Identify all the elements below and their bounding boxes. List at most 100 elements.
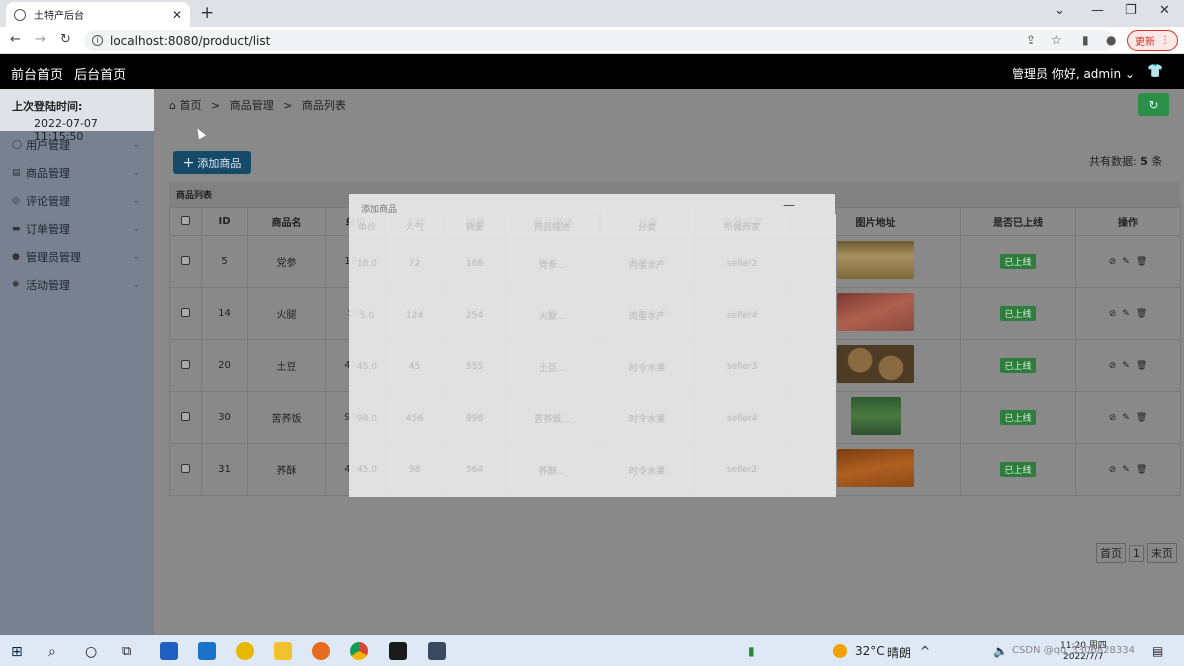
profile-icon[interactable]: ● bbox=[1106, 33, 1116, 47]
status-badge: 已上线 bbox=[1000, 254, 1036, 269]
update-button[interactable]: 更新 ⋮ bbox=[1127, 30, 1178, 51]
sidebar-item-activities[interactable]: ✺ 活动管理 ⌄ bbox=[0, 271, 154, 299]
disable-icon[interactable]: ⊘ bbox=[1109, 465, 1117, 475]
user-menu[interactable]: 管理员 你好, admin ⌄ bbox=[1012, 65, 1135, 82]
sidebar-item-comments[interactable]: ◎ 评论管理 ⌄ bbox=[0, 187, 154, 215]
chrome-icon[interactable] bbox=[350, 642, 368, 660]
row-checkbox[interactable] bbox=[181, 307, 190, 317]
modal-cell-category: 时令水果 bbox=[599, 341, 695, 394]
address-bar[interactable]: i localhost:8080/product/list bbox=[84, 30, 1114, 51]
cell-name: 荞酥 bbox=[247, 443, 326, 496]
close-window-button[interactable]: ✕ bbox=[1159, 3, 1170, 18]
chevron-down-icon: ⌄ bbox=[132, 252, 140, 262]
front-home-link[interactable]: 前台首页 bbox=[11, 68, 63, 83]
edit-icon[interactable]: ✎ bbox=[1122, 361, 1130, 371]
mail-icon[interactable] bbox=[198, 642, 216, 660]
modal-cell-price: 98.0 bbox=[349, 392, 385, 445]
disable-icon[interactable]: ⊘ bbox=[1109, 413, 1117, 423]
pager-last[interactable]: 末页 bbox=[1147, 543, 1177, 563]
volume-icon[interactable]: 🔈 bbox=[993, 644, 1008, 658]
more-menu-icon: ⋮ bbox=[1160, 35, 1170, 46]
user-icon: ◯ bbox=[12, 140, 23, 150]
sidebar-item-admins[interactable]: ● 管理员管理 ⌄ bbox=[0, 243, 154, 271]
edit-icon[interactable]: ✎ bbox=[1122, 257, 1130, 267]
disable-icon[interactable]: ⊘ bbox=[1109, 361, 1117, 371]
col-header-actions: 操作 bbox=[1075, 207, 1181, 236]
app-icon[interactable] bbox=[236, 642, 254, 660]
sidebar-menu: ◯ 用户管理 ⌄ ▤ 商品管理 ⌄ ◎ 评论管理 ⌄ ▬ 订单管理 ⌄ ● 管理员管理 ⌄ ✺ 活动管… bbox=[0, 131, 154, 299]
disable-icon[interactable]: ⊘ bbox=[1109, 257, 1117, 267]
refresh-button[interactable]: ↻ bbox=[1138, 93, 1169, 116]
back-button[interactable]: ← bbox=[10, 32, 21, 47]
tab-search-icon[interactable]: ⌄ bbox=[1054, 3, 1065, 18]
new-tab-button[interactable]: + bbox=[200, 3, 214, 23]
sidebar-item-goods[interactable]: ▤ 商品管理 ⌄ bbox=[0, 159, 154, 187]
row-checkbox[interactable] bbox=[181, 255, 190, 265]
add-product-button[interactable]: + 添加商品 bbox=[173, 151, 251, 174]
delete-icon[interactable]: 🗑 bbox=[1136, 465, 1147, 475]
store-icon[interactable] bbox=[160, 642, 178, 660]
search-icon[interactable]: ⌕ bbox=[48, 644, 56, 660]
side-panel-icon[interactable]: ▮ bbox=[1082, 33, 1089, 47]
delete-icon[interactable]: 🗑 bbox=[1136, 309, 1147, 319]
modal-minimize-button[interactable]: — bbox=[783, 198, 795, 212]
edit-icon[interactable]: ✎ bbox=[1122, 465, 1130, 475]
modal-col-sales: 销量 bbox=[444, 214, 505, 239]
breadcrumb-section[interactable]: 商品管理 bbox=[230, 99, 274, 112]
modal-cell-popularity: 98 bbox=[384, 444, 445, 497]
modal-cell-sales: 254 bbox=[444, 289, 505, 342]
sidebar-item-label: 评论管理 bbox=[26, 195, 70, 208]
back-home-link[interactable]: 后台首页 bbox=[74, 68, 126, 83]
browser-toolbar: ← → ↻ i localhost:8080/product/list ⇪ ☆ … bbox=[0, 27, 1184, 54]
tray-expand-icon[interactable]: ^ bbox=[920, 644, 930, 658]
product-image bbox=[837, 449, 914, 487]
select-all-checkbox[interactable] bbox=[181, 215, 190, 225]
modal-cell-desc: 党参... bbox=[504, 238, 600, 291]
user-greeting: 管理员 你好, admin bbox=[1012, 67, 1122, 81]
total-number: 5 bbox=[1140, 155, 1148, 168]
delete-icon[interactable]: 🗑 bbox=[1136, 257, 1147, 267]
windows-start-icon[interactable]: ⊞ bbox=[11, 644, 23, 660]
intellij-icon[interactable] bbox=[389, 642, 407, 660]
bookmark-star-icon[interactable]: ☆ bbox=[1051, 33, 1062, 47]
row-checkbox[interactable] bbox=[181, 411, 190, 421]
modal-cell-category: 肉蛋水产 bbox=[599, 238, 695, 291]
reload-button[interactable]: ↻ bbox=[60, 32, 71, 47]
sidebar-item-users[interactable]: ◯ 用户管理 ⌄ bbox=[0, 131, 154, 159]
task-view-icon[interactable]: ⧉ bbox=[122, 644, 131, 659]
tab-title: 土特产后台 bbox=[34, 11, 84, 22]
file-explorer-icon[interactable] bbox=[274, 642, 292, 660]
pager-page-1[interactable]: 1 bbox=[1129, 545, 1144, 562]
firefox-icon[interactable] bbox=[312, 642, 330, 660]
row-checkbox[interactable] bbox=[181, 359, 190, 369]
order-icon: ▬ bbox=[12, 224, 21, 234]
share-icon[interactable]: ⇪ bbox=[1026, 33, 1036, 47]
disable-icon[interactable]: ⊘ bbox=[1109, 309, 1117, 319]
pager-first[interactable]: 首页 bbox=[1096, 543, 1126, 563]
delete-icon[interactable]: 🗑 bbox=[1136, 361, 1147, 371]
modal-row: 45.0 45 555 土豆... 时令水果 seller3 bbox=[349, 341, 836, 394]
modal-cell-popularity: 456 bbox=[384, 392, 445, 445]
modal-cell-seller: seller4 bbox=[694, 289, 790, 342]
close-tab-icon[interactable]: ✕ bbox=[172, 8, 182, 22]
forward-button[interactable]: → bbox=[35, 32, 46, 47]
delete-icon[interactable]: 🗑 bbox=[1136, 413, 1147, 423]
restore-window-button[interactable]: ❐ bbox=[1125, 3, 1137, 18]
cortana-icon[interactable]: ○ bbox=[85, 644, 97, 660]
modal-col-price: 单价 bbox=[349, 214, 385, 239]
browser-tab[interactable]: 土特产后台 ✕ bbox=[6, 2, 190, 27]
edit-icon[interactable]: ✎ bbox=[1122, 413, 1130, 423]
notification-icon[interactable]: ▤ bbox=[1152, 644, 1163, 658]
watermark-text: CSDN @qq_3306828334 bbox=[1012, 645, 1136, 656]
status-badge: 已上线 bbox=[1000, 462, 1036, 477]
minimize-window-button[interactable]: — bbox=[1091, 3, 1104, 18]
screen-recorder-icon[interactable] bbox=[428, 642, 446, 660]
site-info-icon[interactable]: i bbox=[92, 35, 103, 46]
edit-icon[interactable]: ✎ bbox=[1122, 309, 1130, 319]
row-checkbox[interactable] bbox=[181, 463, 190, 473]
battery-app-icon[interactable]: ▮ bbox=[748, 644, 755, 658]
total-count: 共有数据: 5 条 bbox=[1089, 153, 1162, 169]
sidebar-item-orders[interactable]: ▬ 订单管理 ⌄ bbox=[0, 215, 154, 243]
shirt-icon[interactable]: 👕 bbox=[1147, 64, 1163, 79]
breadcrumb-home[interactable]: 首页 bbox=[179, 99, 201, 112]
